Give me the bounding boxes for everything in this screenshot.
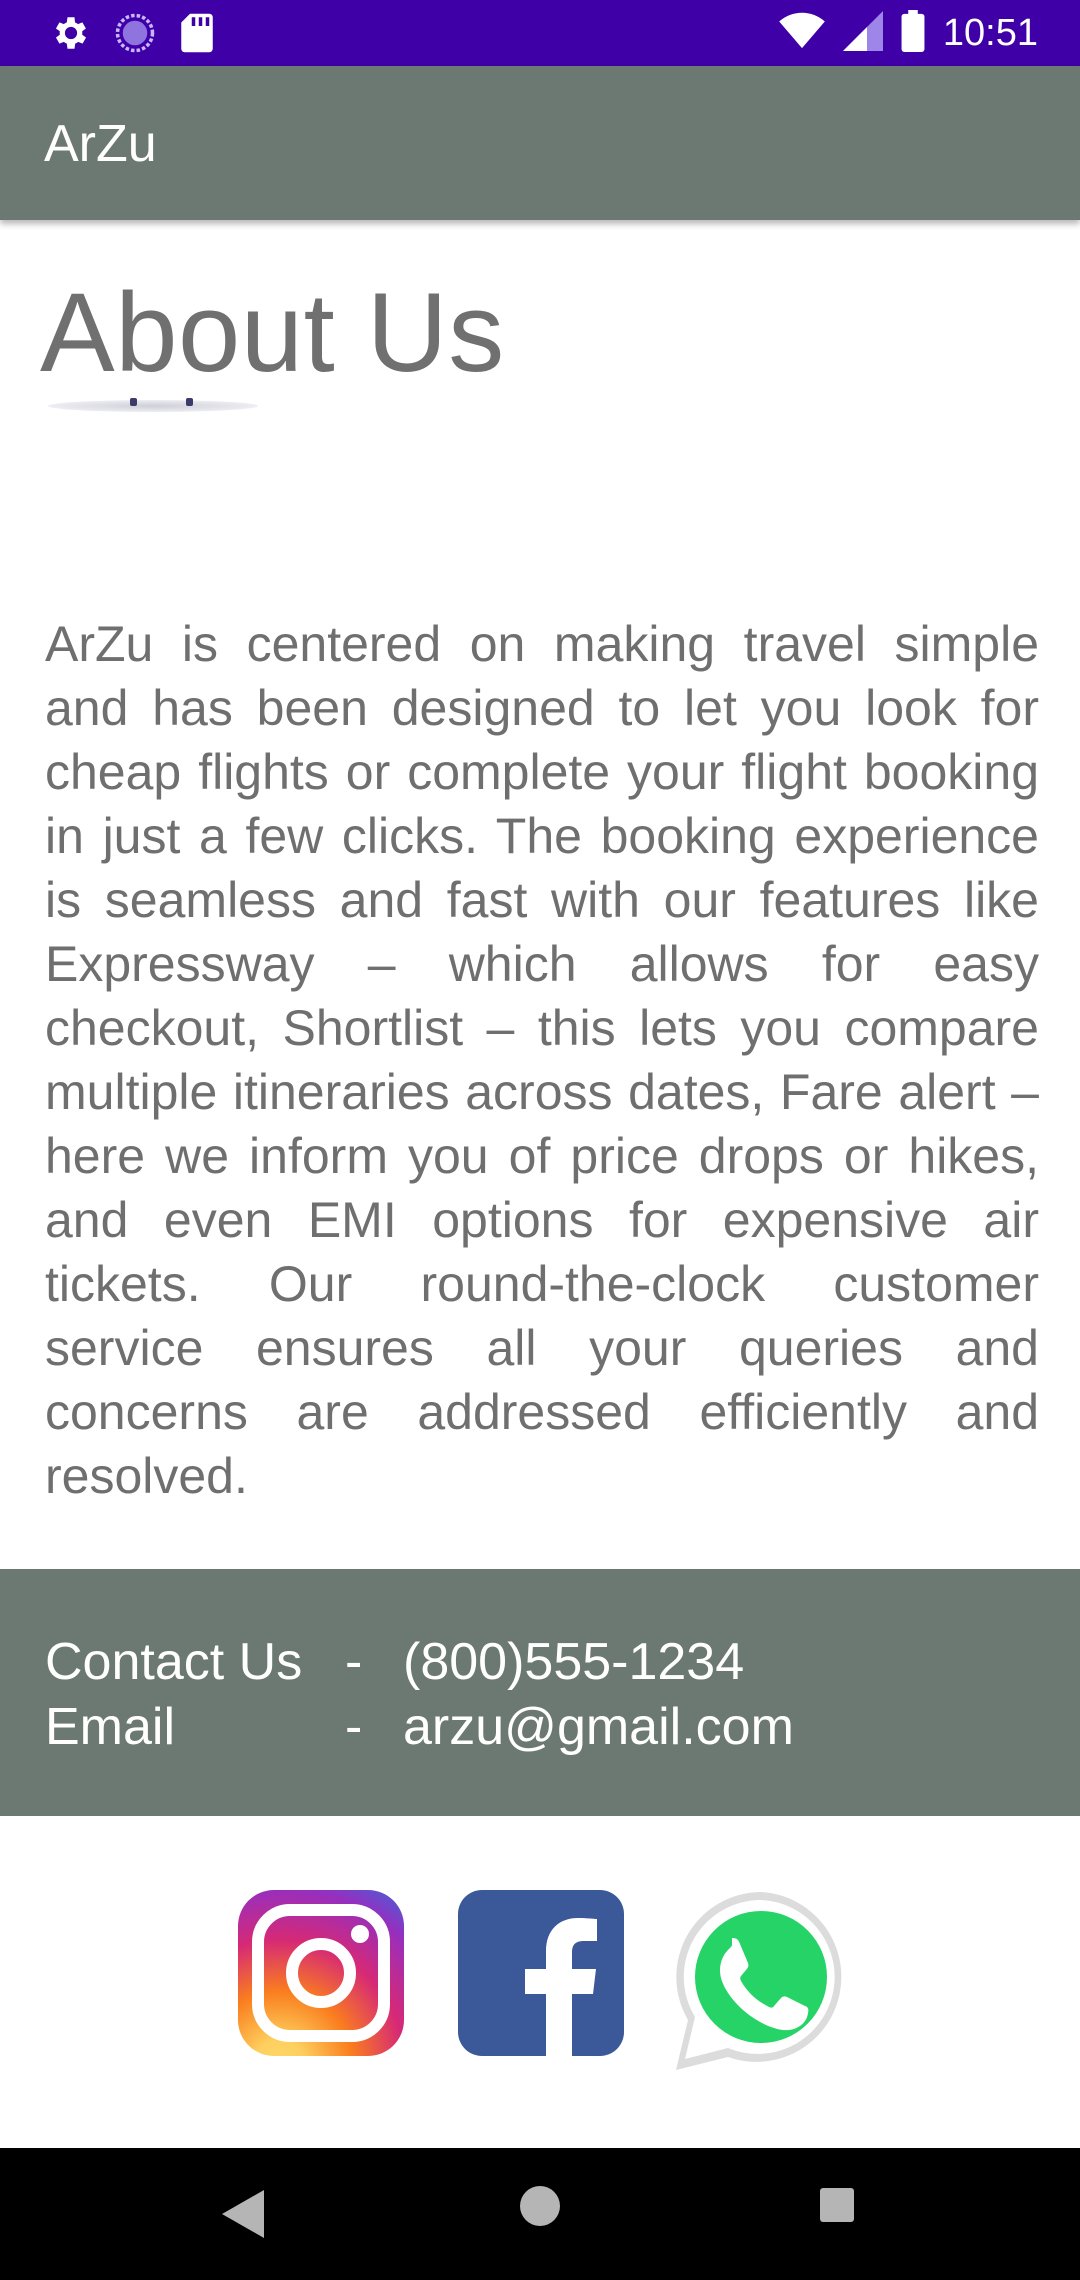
back-icon[interactable] (216, 2186, 266, 2247)
status-right-icons: 10:51 (779, 6, 1038, 60)
facebook-button[interactable] (458, 1890, 624, 2056)
recents-icon[interactable] (820, 2188, 854, 2227)
instagram-button[interactable] (238, 1890, 404, 2056)
sd-card-icon (178, 12, 216, 54)
whatsapp-button[interactable] (666, 1886, 856, 2076)
contact-phone-label: Contact Us (45, 1633, 303, 1691)
contact-email-label: Email (45, 1698, 176, 1756)
contact-email-row: Email - arzu@gmail.com (45, 1697, 794, 1757)
status-bar: 10:51 (0, 0, 1080, 66)
facebook-icon (458, 1890, 624, 2056)
contact-phone-value[interactable]: (800)555-1234 (403, 1633, 744, 1691)
battery-icon (901, 9, 925, 57)
app-bar: ArZu (0, 66, 1080, 220)
underline-dot (186, 398, 193, 406)
heading-underline (48, 398, 258, 412)
contact-panel (0, 1569, 1080, 1816)
status-time: 10:51 (942, 11, 1038, 54)
system-nav-bar (0, 2148, 1080, 2280)
status-left-icons (50, 12, 216, 54)
home-icon[interactable] (520, 2186, 560, 2231)
page-title: About Us (40, 270, 505, 395)
wifi-icon (779, 12, 825, 55)
contact-phone-separator: - (345, 1633, 363, 1691)
contact-phone-row: Contact Us - (800)555-1234 (45, 1632, 744, 1692)
whatsapp-icon (676, 1892, 842, 2070)
contact-email-separator: - (345, 1698, 363, 1756)
contact-email-value[interactable]: arzu@gmail.com (403, 1698, 794, 1756)
instagram-icon (238, 1890, 404, 2056)
about-description: ArZu is centered on making travel simple… (45, 616, 1039, 1504)
settings-icon (50, 12, 92, 54)
sync-icon (114, 12, 156, 54)
underline-dot (130, 398, 137, 406)
app-title: ArZu (44, 115, 157, 173)
signal-icon (842, 10, 883, 56)
